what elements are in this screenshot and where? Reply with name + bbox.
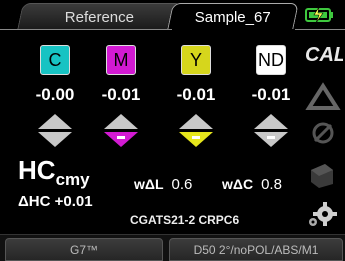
calibrate-icon[interactable]: CAL xyxy=(303,38,343,68)
hc-sub: cmy xyxy=(55,170,90,189)
wdc-label: wΔC xyxy=(222,176,254,192)
hc-main: HC xyxy=(18,155,56,185)
settings-gear-icon[interactable] xyxy=(303,198,343,228)
channel-y-value: -0.01 xyxy=(176,85,216,104)
wdl-label: wΔL xyxy=(134,176,164,192)
tab-divider-gap xyxy=(172,29,295,30)
sample-icon[interactable] xyxy=(303,160,343,190)
channel-m-value: -0.01 xyxy=(101,85,141,104)
tab-reference-label: Reference xyxy=(65,9,135,26)
channel-c-badge[interactable]: C xyxy=(40,45,70,75)
channel-m-updown-icon[interactable] xyxy=(101,110,141,150)
hc-title: HCcmy xyxy=(18,155,90,190)
channel-nd-badge[interactable]: ND xyxy=(256,45,286,75)
g7-button[interactable]: G7™ xyxy=(5,238,163,261)
tab-sample[interactable]: Sample_67 xyxy=(167,3,299,30)
channel-m-badge[interactable]: M xyxy=(106,45,136,75)
delta-hc-value: ΔHC +0.01 xyxy=(18,193,93,210)
channel-nd-updown-icon[interactable] xyxy=(251,110,291,150)
battery-charging-icon xyxy=(305,6,333,24)
svg-text:CAL: CAL xyxy=(305,44,343,66)
weight-delta-c: wΔC 0.8 xyxy=(222,176,282,193)
channel-c-updown-icon[interactable] xyxy=(35,110,75,150)
tab-sample-label: Sample_67 xyxy=(194,9,271,26)
wdl-value: 0.6 xyxy=(171,176,193,193)
no-compare-icon[interactable] xyxy=(303,118,343,148)
channel-y-badge[interactable]: Y xyxy=(181,45,211,75)
channel-c-value: -0.00 xyxy=(35,85,75,104)
channel-nd-value: -0.01 xyxy=(251,85,291,104)
wdc-value: 0.8 xyxy=(261,176,282,193)
measure-delta-icon[interactable] xyxy=(303,82,343,112)
channel-y-updown-icon[interactable] xyxy=(176,110,216,150)
weight-delta-l: wΔL 0.6 xyxy=(134,176,192,193)
reference-standard-label: CGATS21-2 CRPC6 xyxy=(130,213,240,227)
tab-bar: Reference Sample_67 xyxy=(0,0,345,30)
tab-reference[interactable]: Reference xyxy=(17,3,183,30)
illuminant-settings-button[interactable]: D50 2°/noPOL/ABS/M1 xyxy=(169,238,343,261)
